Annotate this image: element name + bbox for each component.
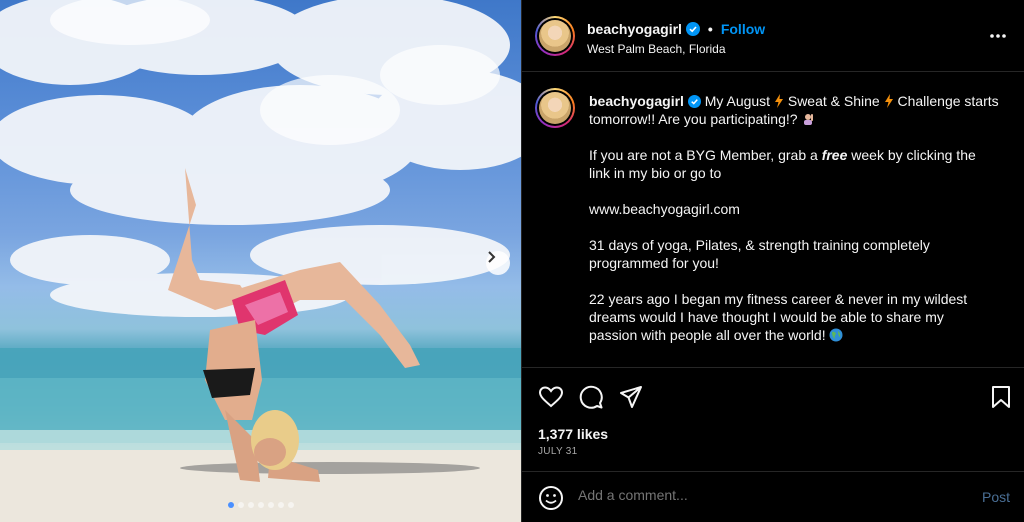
carousel-dot bbox=[288, 502, 294, 508]
comment-input[interactable] bbox=[578, 487, 958, 503]
share-icon[interactable] bbox=[618, 384, 644, 410]
verified-badge-icon bbox=[685, 22, 700, 36]
carousel-dot bbox=[268, 502, 274, 508]
carousel-indicator bbox=[228, 502, 294, 508]
carousel-dot bbox=[228, 502, 234, 508]
carousel-dot bbox=[278, 502, 284, 508]
lightning-emoji-icon bbox=[884, 94, 893, 108]
post-header: beachyogagirl • Follow West Palm Beach, … bbox=[522, 0, 1024, 72]
bookmark-icon[interactable] bbox=[988, 384, 1014, 410]
globe-emoji-icon bbox=[829, 328, 843, 342]
caption-text: beachyogagirl My August Sweat & Shine Ch… bbox=[589, 93, 999, 343]
separator: • bbox=[707, 21, 713, 37]
heart-icon[interactable] bbox=[538, 384, 564, 410]
likes-count[interactable]: 1,377 likes bbox=[538, 426, 608, 442]
emoji-icon[interactable] bbox=[538, 485, 564, 511]
follow-button[interactable]: Follow bbox=[721, 21, 765, 37]
yoga-photo bbox=[0, 0, 521, 522]
post-media[interactable] bbox=[0, 0, 521, 522]
carousel-dot bbox=[248, 502, 254, 508]
avatar-image bbox=[539, 20, 571, 52]
location-link[interactable]: West Palm Beach, Florida bbox=[587, 42, 726, 56]
person-raising-hand-emoji-icon bbox=[804, 114, 814, 125]
next-slide-button[interactable] bbox=[486, 251, 510, 275]
verified-badge-icon bbox=[687, 95, 701, 108]
avatar-image bbox=[539, 92, 571, 124]
caption-section: beachyogagirl My August Sweat & Shine Ch… bbox=[522, 72, 1024, 368]
caption-avatar[interactable] bbox=[535, 88, 575, 128]
avatar[interactable] bbox=[535, 16, 575, 56]
comment-icon[interactable] bbox=[578, 384, 604, 410]
post-comment-button[interactable]: Post bbox=[982, 489, 1010, 505]
post-date[interactable]: JULY 31 bbox=[538, 446, 578, 457]
post-details-panel: beachyogagirl • Follow West Palm Beach, … bbox=[521, 0, 1024, 522]
lightning-emoji-icon bbox=[774, 94, 783, 108]
comment-bar: Post bbox=[522, 471, 1024, 522]
chevron-right-icon bbox=[488, 251, 496, 263]
caption-url[interactable]: www.beachyogagirl.com bbox=[589, 201, 740, 217]
caption-username[interactable]: beachyogagirl bbox=[589, 93, 684, 109]
header-user-row: beachyogagirl • Follow bbox=[587, 21, 765, 37]
carousel-dot bbox=[258, 502, 264, 508]
username-link[interactable]: beachyogagirl bbox=[587, 21, 682, 37]
carousel-dot bbox=[238, 502, 244, 508]
more-options-icon[interactable] bbox=[988, 28, 1008, 44]
action-bar bbox=[522, 380, 1024, 414]
